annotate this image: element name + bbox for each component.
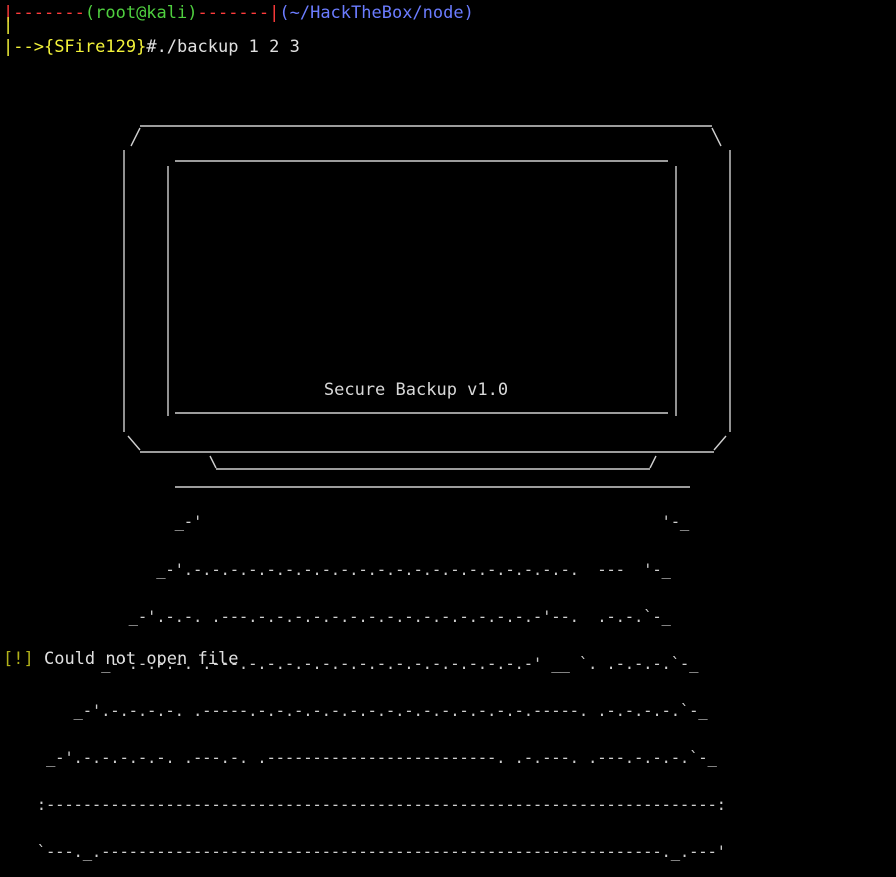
keyboard-row: _-'.-.-. .---.-.-.-.-.-.-.-.-.-.-.-.-.-.…: [0, 607, 671, 626]
prompt-line-connector: |: [3, 14, 13, 36]
prompt-line-header: |-------(root@kali)-------|(~/HackTheBox…: [3, 2, 474, 24]
prompt-arrow: |-->: [3, 37, 44, 57]
prompt-name: {SFire129}: [43, 37, 147, 57]
prompt-mid-dashes: -------|: [197, 3, 280, 23]
laptop-frame-icon: [123, 125, 731, 488]
command-text[interactable]: ./backup 1 2 3: [157, 37, 300, 57]
keyboard-row: :---------------------------------------…: [0, 796, 726, 815]
keyboard-row: _-'.-.-.-.-.-. .---.-. .----------------…: [0, 748, 717, 767]
error-message: Could not open file: [43, 649, 239, 669]
keyboard-row: _-'.-.-.-.-.-.-.-.-.-.-.-.-.-.-.-.-.-.-.…: [0, 560, 671, 579]
prompt-path: (~/HackTheBox/node): [279, 3, 474, 23]
keyboard-row: _-'.-.-.-.-. .-----.-.-.-.-.-.-.-.-.-.-.…: [0, 701, 708, 720]
prompt-connector-bar: |: [3, 15, 14, 35]
prompt-user-host: (root@kali): [84, 3, 198, 23]
ascii-keyboard: _-' '-_ _-'.-.-.-.-.-.-.-.-.-.-.-.-.-.-.…: [0, 484, 896, 877]
prompt-hash: #: [146, 37, 157, 57]
prompt-line-command: |-->{SFire129}#./backup 1 2 3: [3, 36, 300, 58]
keyboard-row: _-' '-_: [0, 513, 690, 532]
keyboard-row: `---._.---------------------------------…: [0, 843, 726, 862]
prompt-left-dashes: |-------: [3, 3, 85, 23]
screen-title: Secure Backup v1.0: [323, 380, 509, 400]
error-line: [!] Could not open file: [3, 648, 238, 670]
warning-bracket-icon: [!]: [3, 649, 34, 669]
